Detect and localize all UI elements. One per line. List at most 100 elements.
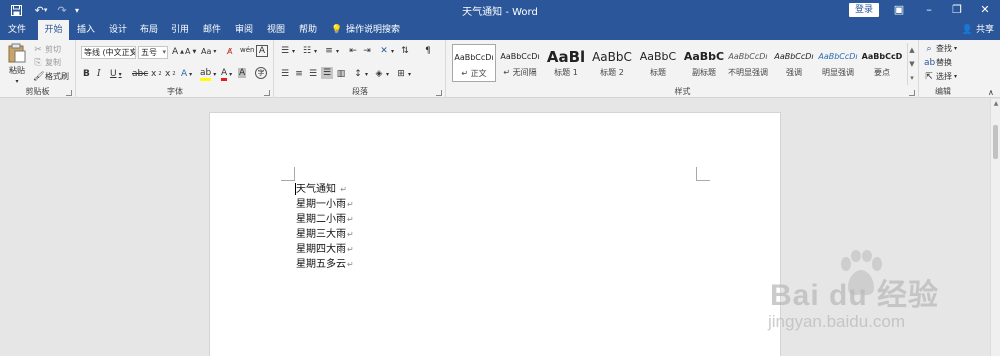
clipboard-launcher-icon[interactable]: [66, 90, 72, 96]
numbering-icon[interactable]: ☷ ▾: [302, 46, 317, 56]
increase-indent-icon[interactable]: ⇥: [362, 46, 372, 56]
distributed-icon[interactable]: ▥: [336, 69, 346, 79]
ribbon-display-options-icon[interactable]: ▣: [885, 2, 913, 18]
tab-mailings[interactable]: 邮件: [198, 20, 226, 40]
tab-file[interactable]: 文件: [0, 20, 34, 40]
paste-dropdown-icon[interactable]: ▾: [15, 78, 18, 85]
phonetic-guide-icon[interactable]: wén: [240, 46, 254, 54]
underline-icon[interactable]: U ▾: [110, 69, 122, 79]
style-name: 标题: [650, 68, 666, 77]
align-left-icon[interactable]: ☰: [280, 69, 290, 79]
restore-icon[interactable]: ❐: [943, 2, 971, 18]
font-size-select[interactable]: 五号: [138, 46, 168, 59]
borders-icon[interactable]: ⊞ ▾: [396, 69, 411, 79]
document-line[interactable]: 星期一小雨↵: [296, 197, 354, 212]
shading-icon[interactable]: ◈ ▾: [374, 69, 389, 79]
text-effects-icon[interactable]: A ▾: [181, 69, 192, 79]
style-emphasis[interactable]: AaBbCcDı 强调: [772, 44, 816, 82]
paragraph-group-label: 段落: [352, 87, 368, 96]
style-subtle-emphasis[interactable]: AaBbCcDı 不明显强调: [724, 44, 772, 82]
document-line[interactable]: 星期五多云↵: [296, 257, 354, 272]
close-icon[interactable]: ✕: [971, 2, 999, 18]
document-page[interactable]: 天气通知 ↵ 星期一小雨↵ 星期二小雨↵ 星期三大雨↵ 星期四大雨↵ 星期五多云…: [209, 112, 781, 356]
minimize-icon[interactable]: –: [915, 2, 943, 18]
highlight-color-icon[interactable]: ab ▾: [200, 68, 216, 81]
superscript-icon[interactable]: x2: [165, 69, 176, 79]
font-group-label: 字体: [167, 87, 183, 96]
style-name: ↵ 正文: [461, 69, 487, 78]
font-launcher-icon[interactable]: [264, 90, 270, 96]
font-name-select[interactable]: 等线 (中文正文): [81, 46, 136, 59]
paragraph-launcher-icon[interactable]: [436, 90, 442, 96]
select-button[interactable]: ⇱ 选择 ▾: [924, 71, 957, 82]
line-spacing-icon[interactable]: ↕ ▾: [353, 69, 368, 79]
shrink-font-icon[interactable]: A ▼: [185, 47, 196, 56]
cut-button[interactable]: ✂ 剪切: [33, 44, 61, 55]
bold-icon[interactable]: B: [83, 69, 90, 79]
style-preview: AaBbCcD: [861, 52, 903, 61]
collapse-ribbon-icon[interactable]: ∧: [988, 88, 994, 97]
tab-design[interactable]: 设计: [104, 20, 132, 40]
tab-review[interactable]: 审阅: [230, 20, 258, 40]
style-strong[interactable]: AaBbCcD 要点: [860, 44, 904, 82]
tab-references[interactable]: 引用: [166, 20, 194, 40]
style-no-spacing[interactable]: AaBbCcDı ↵ 无间隔: [498, 44, 542, 82]
document-line[interactable]: 星期二小雨↵: [296, 212, 354, 227]
style-name: 标题 1: [554, 68, 578, 77]
scroll-up-icon[interactable]: ▲: [991, 99, 1000, 109]
find-label: 查找: [936, 44, 952, 53]
share-button[interactable]: 👤 共享: [962, 20, 994, 40]
sort-icon[interactable]: ⇅: [400, 46, 410, 56]
clear-formatting-icon[interactable]: A̸: [227, 47, 232, 56]
style-heading-2[interactable]: AaBbC 标题 2: [590, 44, 634, 82]
multilevel-list-icon[interactable]: ≡ ▾: [324, 46, 339, 56]
show-marks-icon[interactable]: ¶: [423, 46, 433, 56]
tab-layout[interactable]: 布局: [135, 20, 163, 40]
document-line[interactable]: 天气通知 ↵: [296, 182, 347, 197]
bullets-icon[interactable]: ☰ ▾: [280, 46, 295, 56]
chinese-layout-icon[interactable]: ✕ ▾: [379, 46, 394, 56]
clipboard-icon: [8, 43, 26, 63]
style-normal[interactable]: AaBbCcDı ↵ 正文: [452, 44, 496, 82]
character-border-icon[interactable]: A: [256, 45, 268, 57]
paste-button[interactable]: 粘贴 ▾: [6, 43, 28, 85]
login-button[interactable]: 登录: [849, 3, 879, 17]
character-shading-icon[interactable]: A: [238, 68, 247, 78]
title-bar: ↶ ▾ ↷ ▾ 天气通知 - Word 登录 ▣ – ❐ ✕: [0, 0, 1000, 20]
tab-home[interactable]: 开始: [38, 20, 69, 40]
style-preview: AaBbC: [683, 50, 725, 63]
style-heading-1[interactable]: AaBl 标题 1: [544, 44, 588, 82]
gallery-down-icon[interactable]: ▼: [908, 57, 916, 71]
tell-me-search[interactable]: 操作说明搜索: [346, 20, 400, 40]
subscript-icon[interactable]: x2: [151, 69, 162, 79]
font-color-icon[interactable]: A ▾: [221, 68, 232, 81]
replace-button[interactable]: ab 替换: [924, 57, 952, 68]
justify-icon[interactable]: ☰: [321, 67, 333, 79]
enclose-characters-icon[interactable]: 字: [255, 67, 267, 79]
style-subtitle[interactable]: AaBbC 副标题: [682, 44, 726, 82]
scrollbar-thumb[interactable]: [993, 125, 998, 159]
style-preview: AaBbCcDı: [728, 52, 768, 61]
paragraph-mark: ↵: [340, 185, 347, 194]
styles-launcher-icon[interactable]: [909, 90, 915, 96]
gallery-up-icon[interactable]: ▲: [908, 43, 916, 57]
tab-help[interactable]: 帮助: [294, 20, 322, 40]
grow-font-icon[interactable]: A ▲: [172, 47, 184, 57]
style-title[interactable]: AaBbC 标题: [636, 44, 680, 82]
style-intense-emphasis[interactable]: AaBbCcDı 明显强调: [816, 44, 860, 82]
format-painter-button[interactable]: 🖌 格式刷: [33, 71, 69, 82]
tab-insert[interactable]: 插入: [72, 20, 100, 40]
change-case-icon[interactable]: Aa ▾: [201, 47, 216, 56]
gallery-more-icon[interactable]: ▾: [908, 71, 916, 85]
copy-button[interactable]: ⎘ 复制: [33, 57, 61, 68]
ribbon: 粘贴 ▾ ✂剪切 ⎘复制 🖌格式刷 剪贴板 等线 (中文正文) 五号 A▲ A▼…: [0, 40, 1000, 98]
strikethrough-icon[interactable]: abc: [132, 69, 148, 79]
find-button[interactable]: ⌕ 查找 ▾: [924, 43, 957, 54]
italic-icon[interactable]: I: [97, 69, 101, 79]
document-line[interactable]: 星期四大雨↵: [296, 242, 354, 257]
tab-view[interactable]: 视图: [262, 20, 290, 40]
align-right-icon[interactable]: ☰: [308, 69, 318, 79]
decrease-indent-icon[interactable]: ⇤: [348, 46, 358, 56]
align-center-icon[interactable]: ≡: [294, 69, 304, 79]
document-line[interactable]: 星期三大雨↵: [296, 227, 354, 242]
